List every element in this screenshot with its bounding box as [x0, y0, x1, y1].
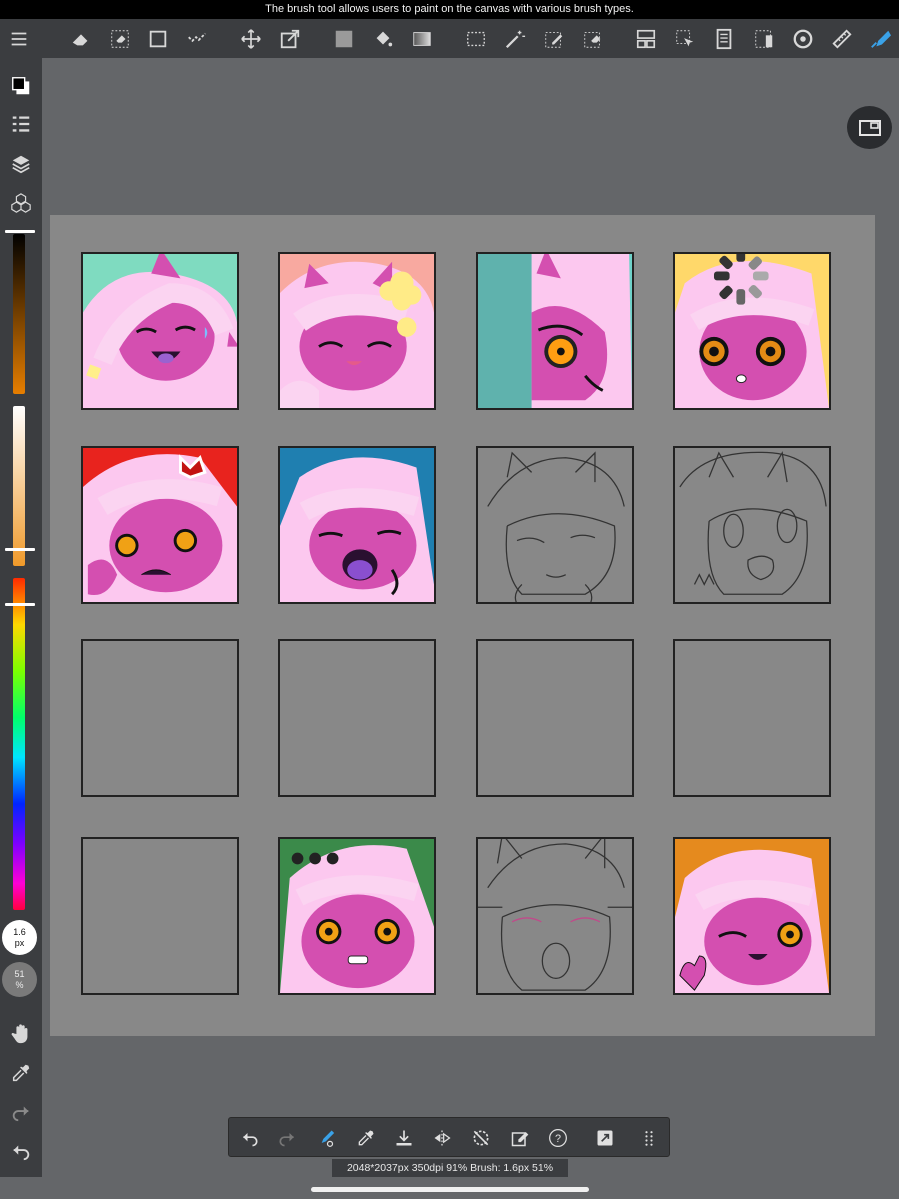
emote-panel-empty: [278, 639, 436, 797]
3d-cubes-icon[interactable]: [7, 189, 35, 217]
undo-icon[interactable]: [7, 1137, 35, 1165]
bucket-fill-icon[interactable]: [369, 25, 397, 53]
rotate-view-icon[interactable]: [789, 25, 817, 53]
eraser-tool-icon[interactable]: [67, 25, 95, 53]
hue-slider-thumb[interactable]: [5, 603, 35, 606]
import-icon[interactable]: [392, 1126, 416, 1150]
brush-tool-icon[interactable]: [866, 25, 894, 53]
eraser-selection-icon[interactable]: [106, 25, 134, 53]
emote-panel-angry: [81, 446, 239, 604]
emote-panel-sketch-surprised: [673, 446, 831, 604]
undo-icon[interactable]: [238, 1126, 262, 1150]
rect-select-icon[interactable]: [462, 25, 490, 53]
eyedropper-icon[interactable]: [354, 1126, 378, 1150]
material-icon[interactable]: [750, 25, 778, 53]
top-toolbar: [0, 19, 899, 58]
tool-tooltip: The brush tool allows users to paint on …: [0, 0, 899, 19]
saturation-slider-thumb[interactable]: [5, 548, 35, 551]
canvas-status-text: 2048*2037px 350dpi 91% Brush: 1.6px 51%: [332, 1159, 568, 1177]
brightness-slider[interactable]: [13, 234, 25, 394]
emote-panel-yawn: [278, 446, 436, 604]
emote-panel-peek: [476, 252, 634, 410]
emote-panel-laugh: [81, 252, 239, 410]
eyedropper-icon[interactable]: [7, 1059, 35, 1087]
command-bar: ?: [228, 1117, 670, 1157]
brush-opacity-indicator[interactable]: 51 %: [2, 962, 37, 997]
lasso-fill-icon[interactable]: [183, 25, 211, 53]
hand-tool-icon[interactable]: [7, 1020, 35, 1048]
object-select-icon[interactable]: [671, 25, 699, 53]
brush-settings-icon[interactable]: [313, 1126, 337, 1150]
brush-size-indicator[interactable]: 1.6 px: [2, 920, 37, 955]
transform-tool-icon[interactable]: [276, 25, 304, 53]
gradient-icon[interactable]: [408, 25, 436, 53]
navigator-toggle-button[interactable]: [847, 106, 892, 149]
layer-transform-icon[interactable]: [632, 25, 660, 53]
layers-icon[interactable]: [7, 150, 35, 178]
ruler-icon[interactable]: [828, 25, 856, 53]
color-swatch-icon[interactable]: [7, 72, 35, 100]
sub-tool-list-icon[interactable]: [7, 110, 35, 138]
clear-selection-icon[interactable]: [508, 1126, 532, 1150]
menu-icon[interactable]: [5, 25, 33, 53]
emote-panel-sketch-crying: [476, 837, 634, 995]
home-indicator[interactable]: [311, 1187, 589, 1192]
emote-panel-nervous: [278, 837, 436, 995]
emote-panel-happy: [278, 252, 436, 410]
fill-color-icon[interactable]: [330, 25, 358, 53]
rectangle-tool-icon[interactable]: [144, 25, 172, 53]
redo-icon[interactable]: [275, 1126, 299, 1150]
redo-icon[interactable]: [7, 1098, 35, 1126]
pages-icon[interactable]: [710, 25, 738, 53]
select-pen-icon[interactable]: [540, 25, 568, 53]
drawing-canvas[interactable]: [50, 215, 875, 1036]
left-sidebar: 1.6 px 51 %: [0, 58, 42, 1177]
emote-panel-empty: [476, 639, 634, 797]
emote-panel-empty: [81, 639, 239, 797]
emote-panel-empty: [673, 639, 831, 797]
saturation-slider[interactable]: [13, 406, 25, 566]
emote-panel-empty: [81, 837, 239, 995]
flip-horizontal-icon[interactable]: [430, 1126, 454, 1150]
reset-rotation-icon[interactable]: [469, 1126, 493, 1150]
select-eraser-icon[interactable]: [579, 25, 607, 53]
more-grid-icon[interactable]: [637, 1126, 661, 1150]
svg-text:?: ?: [555, 1133, 561, 1145]
move-tool-icon[interactable]: [237, 25, 265, 53]
magic-wand-icon[interactable]: [501, 25, 529, 53]
help-icon[interactable]: ?: [546, 1126, 570, 1150]
hue-slider[interactable]: [13, 578, 25, 910]
emote-panel-shocked: [673, 252, 831, 410]
emote-panel-sketch-wink: [476, 446, 634, 604]
emote-panel-wink-thumbs: [673, 837, 831, 995]
brightness-slider-thumb[interactable]: [5, 230, 35, 233]
edit-shortcut-icon[interactable]: [593, 1126, 617, 1150]
